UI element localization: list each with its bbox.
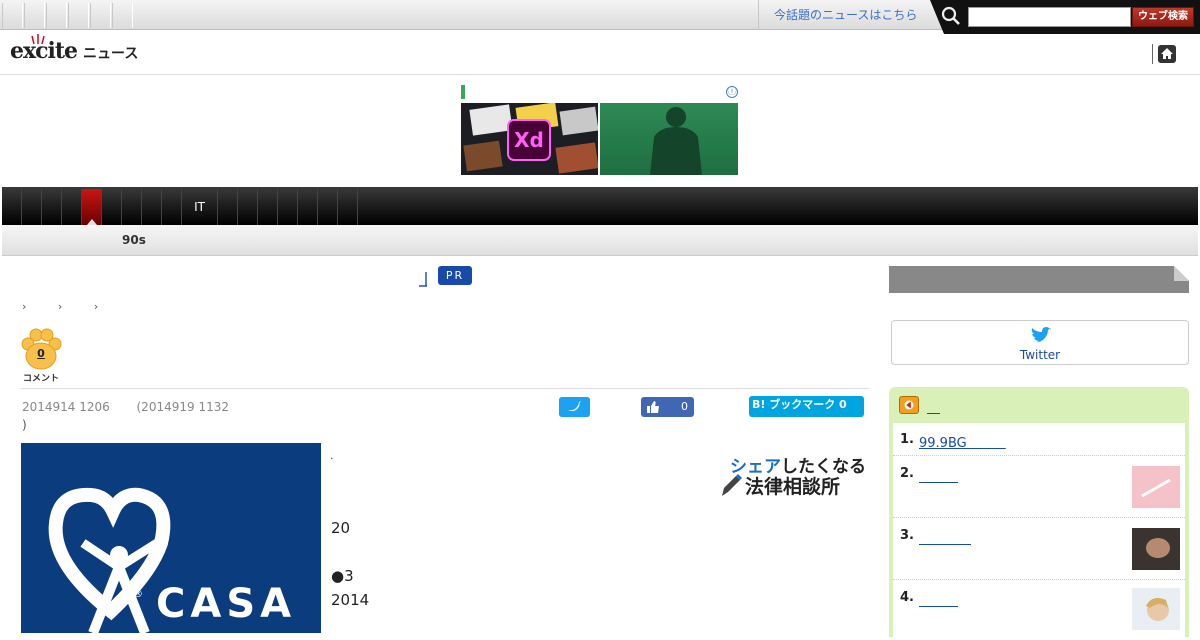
category-tab[interactable] — [318, 189, 338, 225]
rank-link[interactable]: ＿＿＿ — [919, 590, 958, 609]
twitter-share-button[interactable] — [559, 397, 590, 417]
law-consult-banner[interactable]: シェアしたくなる 法律相談所 — [720, 452, 870, 498]
rank-number: 3. — [900, 528, 914, 543]
category-tab[interactable] — [42, 189, 62, 225]
excite-news-logo[interactable]: excite ニュース — [10, 34, 139, 66]
ad-image-xd[interactable]: Xd — [461, 103, 598, 175]
sub-nav: 90s — [2, 225, 1198, 256]
article-divider — [21, 388, 869, 389]
rank-thumbnail[interactable] — [1132, 466, 1180, 508]
top-tab[interactable] — [2, 3, 23, 28]
category-tab[interactable] — [162, 189, 182, 225]
category-tab[interactable] — [62, 189, 82, 225]
thumbs-up-icon — [647, 401, 659, 413]
body-line: 20 — [331, 519, 351, 537]
logo-spark-icon — [31, 34, 45, 44]
category-tab[interactable] — [278, 189, 298, 225]
rank-link[interactable]: ＿＿＿ — [919, 466, 958, 485]
article-hero-image[interactable]: ® CASA — [21, 443, 321, 633]
twitter-follow-box[interactable]: Twitter — [891, 320, 1189, 365]
rank-number: 4. — [900, 590, 914, 605]
ranking-row[interactable]: 3. ＿＿＿＿ — [893, 518, 1185, 580]
ranking-row[interactable]: 4. ＿＿＿ — [893, 580, 1185, 640]
ad-image-person[interactable] — [600, 103, 738, 175]
logo-news: ニュース — [83, 46, 139, 62]
rank-number: 2. — [900, 466, 914, 481]
ranking-list: 1. 99.9BG 2. ＿＿＿ 3. ＿＿＿＿ 4. ＿＿＿ — [893, 423, 1185, 637]
comment-count[interactable]: 0 — [20, 347, 62, 360]
svg-text:®: ® — [133, 589, 143, 600]
header-divider — [1152, 44, 1153, 64]
breadcrumb[interactable]: › › › — [22, 300, 112, 313]
ranking-box: ＿ 1. 99.9BG 2. ＿＿＿ 3. ＿＿＿＿ 4. ＿＿＿ — [889, 387, 1189, 637]
ranking-icon — [899, 396, 919, 414]
category-tab-it[interactable]: IT — [182, 189, 218, 225]
rank-number: 1. — [900, 432, 914, 447]
category-tab[interactable] — [218, 189, 238, 225]
ranking-row[interactable]: 1. 99.9BG — [893, 423, 1185, 456]
ad-mark — [461, 85, 465, 99]
top-tab[interactable] — [68, 3, 89, 28]
body-line: ●3 — [331, 567, 354, 585]
body-line — [331, 540, 369, 564]
pr-badge[interactable]: PR — [438, 266, 472, 285]
twitter-label: Twitter — [1019, 348, 1061, 362]
ranking-head-link[interactable]: ＿ — [927, 397, 940, 416]
active-caret-icon — [87, 219, 97, 225]
article-dates: 2014914 1206 (2014919 1132 ) — [22, 398, 262, 434]
published-date: 2014914 1206 — [22, 400, 110, 414]
person-silhouette-icon — [650, 107, 702, 175]
category-tab[interactable] — [2, 189, 22, 225]
hatena-bookmark-button[interactable]: B! ブックマーク 0 — [749, 396, 864, 417]
category-tab[interactable] — [258, 189, 278, 225]
facebook-count: 0 — [681, 400, 688, 413]
top-tab[interactable] — [46, 3, 67, 28]
ranking-row[interactable]: 2. ＿＿＿ — [893, 456, 1185, 518]
top-tab[interactable] — [112, 3, 133, 28]
search-icon — [941, 6, 960, 25]
top-bar: 今話題のニュースはこちら ウェブ検索 — [0, 0, 1200, 34]
rank-thumbnail[interactable] — [1132, 588, 1180, 630]
pr-arrow-icon — [419, 272, 427, 287]
top-tab[interactable] — [90, 3, 111, 28]
facebook-like-button[interactable]: 0 — [641, 397, 694, 417]
top-tab[interactable] — [24, 3, 45, 28]
law-banner-line2: 法律相談所 — [745, 476, 841, 498]
web-search-button[interactable]: ウェブ検索 — [1132, 7, 1194, 27]
comment-label: コメント — [22, 374, 59, 384]
category-tab[interactable] — [122, 189, 142, 225]
article-body: 20 ●3 2014 — [331, 516, 369, 612]
sidebar-header — [889, 266, 1189, 293]
category-tab[interactable] — [22, 189, 42, 225]
twitter-bird-icon — [1031, 327, 1051, 343]
rank-link[interactable]: 99.9BG — [919, 432, 1006, 451]
category-tab[interactable] — [338, 189, 358, 225]
home-icon[interactable] — [1158, 45, 1176, 63]
category-tab[interactable] — [238, 189, 258, 225]
rank-link[interactable]: ＿＿＿＿ — [919, 528, 971, 547]
trending-news-link[interactable]: 今話題のニュースはこちら — [758, 0, 938, 30]
subnav-label[interactable]: 90s — [122, 233, 146, 247]
category-tab[interactable] — [142, 189, 162, 225]
ad-banner[interactable]: ⓘ Xd — [461, 85, 738, 175]
adobe-xd-icon: Xd — [507, 119, 551, 161]
rank-thumbnail[interactable] — [1132, 528, 1180, 570]
search-input[interactable] — [968, 7, 1131, 27]
updated-date: (2014919 1132 — [136, 400, 229, 414]
updated-date-close: ) — [22, 418, 27, 432]
category-nav: IT — [2, 187, 1198, 225]
ad-info-icon[interactable]: ⓘ — [726, 86, 738, 98]
header-fold — [1174, 266, 1189, 281]
category-tab[interactable] — [298, 189, 318, 225]
site-header: excite ニュース — [0, 30, 1200, 75]
hero-brand-text: CASA — [156, 581, 297, 627]
category-tab[interactable] — [102, 189, 122, 225]
body-line: 2014 — [331, 591, 370, 609]
body-dot: · — [330, 452, 334, 465]
